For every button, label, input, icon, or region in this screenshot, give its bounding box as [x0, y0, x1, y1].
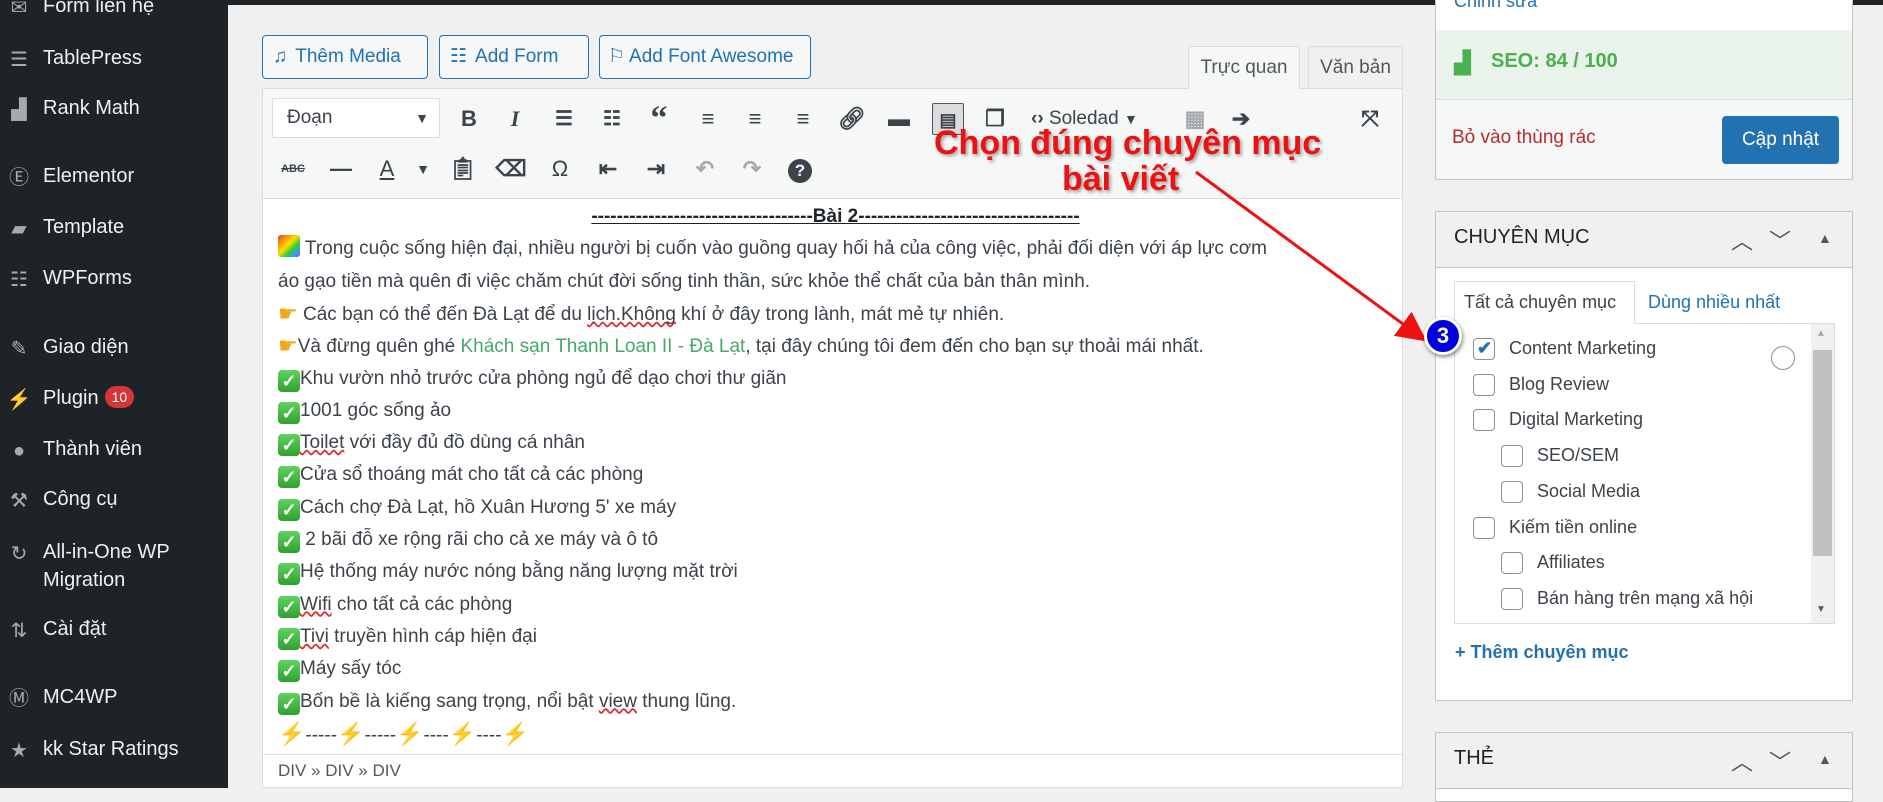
scroll-up-icon[interactable]: ▲: [1816, 328, 1826, 339]
category-checkbox[interactable]: [1501, 552, 1523, 575]
scroll-down-icon[interactable]: ▼: [1816, 604, 1826, 615]
category-checkbox[interactable]: [1501, 480, 1523, 503]
move-down-icon[interactable]: ﹀: [1769, 745, 1791, 777]
seo-score[interactable]: SEO: 84 / 100: [1491, 50, 1618, 73]
category-checkbox[interactable]: [1501, 587, 1523, 610]
category-label[interactable]: Bán hàng trên mạng xã hội: [1537, 588, 1753, 609]
category-checkbox[interactable]: ✔: [1473, 338, 1495, 360]
category-label[interactable]: Digital Marketing: [1509, 409, 1643, 430]
category-label[interactable]: Blog Review: [1509, 374, 1609, 395]
add-category-link[interactable]: + Thêm chuyên mục: [1455, 642, 1629, 663]
categories-header: CHUYÊN MỤC ︿ ﹀ ▲: [1436, 212, 1852, 268]
move-down-icon[interactable]: ﹀: [1769, 224, 1791, 256]
categories-title: CHUYÊN MỤC: [1454, 226, 1590, 248]
checkmark-icon: ✔: [1477, 338, 1493, 358]
category-label[interactable]: Affiliates: [1537, 552, 1605, 573]
rank-math-icon: ▟: [1454, 50, 1471, 75]
scrollbar-thumb[interactable]: [1813, 350, 1832, 556]
category-checkbox[interactable]: [1473, 409, 1495, 432]
tags-title: THẺ: [1454, 747, 1494, 769]
collapse-icon[interactable]: ▲: [1818, 751, 1832, 767]
seo-score-area: ▟ SEO: 84 / 100: [1436, 30, 1852, 100]
trash-link[interactable]: Bỏ vào thùng rác: [1452, 127, 1596, 149]
tab-all-categories[interactable]: Tất cả chuyên mục: [1454, 281, 1635, 324]
edit-link[interactable]: Chỉnh sửa: [1454, 0, 1537, 12]
category-label[interactable]: SEO/SEM: [1537, 445, 1619, 466]
primary-category-radio[interactable]: [1771, 346, 1795, 370]
category-checklist: ▲ ▼ ✔ Content Marketing Blog Review Digital…: [1454, 323, 1835, 624]
category-label[interactable]: Kiếm tiền online: [1509, 517, 1637, 538]
tab-most-used[interactable]: Dùng nhiều nhất: [1648, 281, 1780, 323]
collapse-icon[interactable]: ▲: [1818, 230, 1832, 246]
tags-header: THẺ ︿ ﹀ ▲: [1436, 733, 1852, 789]
category-label[interactable]: Social Media: [1537, 481, 1640, 502]
step-badge: 3: [1424, 317, 1462, 355]
category-checkbox[interactable]: [1473, 516, 1495, 539]
scrollbar[interactable]: ▲ ▼: [1811, 324, 1834, 623]
category-label[interactable]: Content Marketing: [1509, 338, 1656, 359]
update-button[interactable]: Cập nhật: [1722, 116, 1839, 164]
move-up-icon[interactable]: ︿: [1731, 745, 1753, 777]
category-checkbox[interactable]: [1473, 373, 1495, 396]
category-checkbox[interactable]: [1501, 445, 1523, 468]
tags-box: THẺ ︿ ﹀ ▲: [1435, 732, 1853, 802]
categories-box: CHUYÊN MỤC ︿ ﹀ ▲ Tất cả chuyên mục Dùng …: [1435, 211, 1853, 701]
tab-visual[interactable]: Trực quan: [1188, 46, 1300, 89]
move-up-icon[interactable]: ︿: [1731, 224, 1753, 256]
publish-box: Chỉnh sửa ▟ SEO: 84 / 100 Bỏ vào thùng r…: [1435, 0, 1853, 180]
